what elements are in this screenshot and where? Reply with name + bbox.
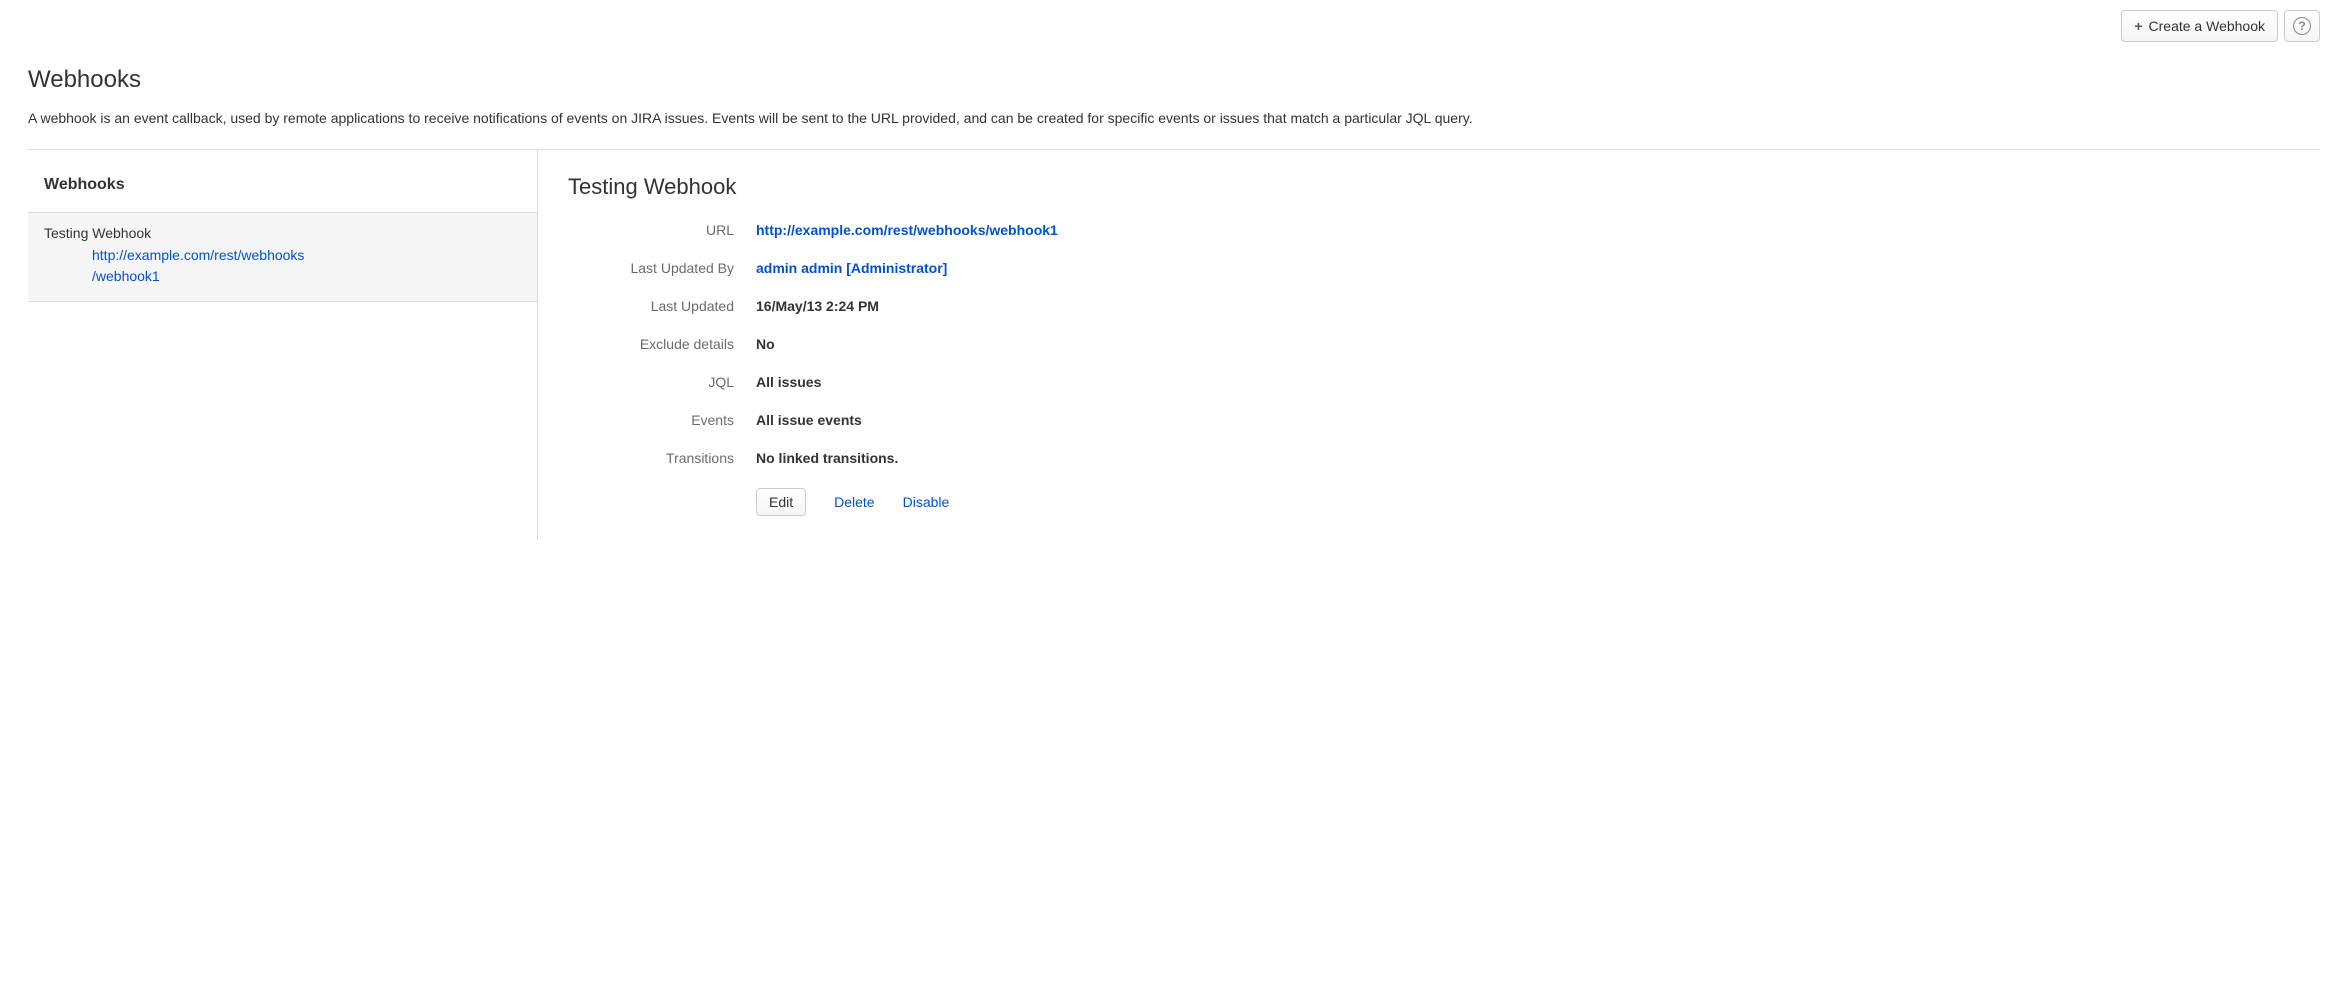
top-actions: + Create a Webhook ? bbox=[28, 10, 2320, 42]
label-jql: JQL bbox=[568, 374, 734, 390]
create-webhook-button[interactable]: + Create a Webhook bbox=[2121, 10, 2278, 42]
detail-grid: URL http://example.com/rest/webhooks/web… bbox=[568, 222, 2296, 516]
sidebar-header: Webhooks bbox=[28, 150, 537, 212]
plus-icon: + bbox=[2134, 18, 2142, 34]
value-last-updated-by[interactable]: admin admin [Administrator] bbox=[756, 260, 2296, 276]
main-panel: Testing Webhook URL http://example.com/r… bbox=[538, 150, 2320, 540]
sidebar-item-url: http://example.com/rest/webhooks /webhoo… bbox=[44, 245, 521, 287]
page-title: Webhooks bbox=[28, 66, 2320, 94]
sidebar-item-url-line1: http://example.com/rest/webhooks bbox=[92, 247, 304, 263]
value-exclude-details: No bbox=[756, 336, 2296, 352]
delete-link[interactable]: Delete bbox=[834, 494, 874, 510]
label-last-updated: Last Updated bbox=[568, 298, 734, 314]
sidebar-item-url-line2: /webhook1 bbox=[92, 268, 160, 284]
value-url[interactable]: http://example.com/rest/webhooks/webhook… bbox=[756, 222, 2296, 238]
value-transitions: No linked transitions. bbox=[756, 450, 2296, 466]
sidebar-item-testing-webhook[interactable]: Testing Webhook http://example.com/rest/… bbox=[28, 212, 537, 302]
label-last-updated-by: Last Updated By bbox=[568, 260, 734, 276]
sidebar-item-name: Testing Webhook bbox=[44, 225, 521, 241]
detail-title: Testing Webhook bbox=[568, 174, 2296, 200]
content-wrap: Webhooks Testing Webhook http://example.… bbox=[28, 149, 2320, 540]
value-last-updated: 16/May/13 2:24 PM bbox=[756, 298, 2296, 314]
value-events: All issue events bbox=[756, 412, 2296, 428]
help-button[interactable]: ? bbox=[2284, 10, 2320, 42]
sidebar: Webhooks Testing Webhook http://example.… bbox=[28, 150, 538, 540]
edit-button[interactable]: Edit bbox=[756, 488, 806, 516]
label-exclude-details: Exclude details bbox=[568, 336, 734, 352]
create-webhook-label: Create a Webhook bbox=[2149, 18, 2265, 34]
label-events: Events bbox=[568, 412, 734, 428]
label-transitions: Transitions bbox=[568, 450, 734, 466]
disable-link[interactable]: Disable bbox=[903, 494, 950, 510]
label-url: URL bbox=[568, 222, 734, 238]
value-jql: All issues bbox=[756, 374, 2296, 390]
actions-row: Edit Delete Disable bbox=[756, 488, 2296, 516]
page-description: A webhook is an event callback, used by … bbox=[28, 108, 2320, 129]
help-icon: ? bbox=[2293, 17, 2311, 35]
